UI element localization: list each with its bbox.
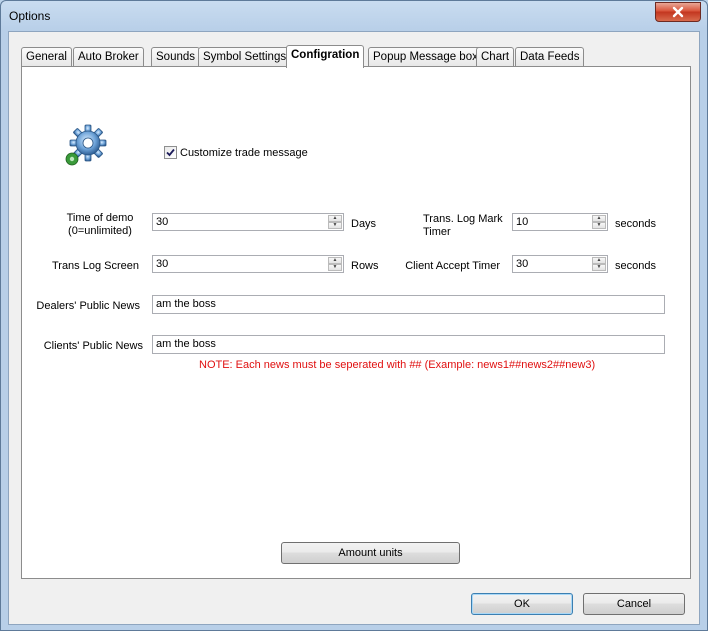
dialog-body: General Auto Broker Sounds Symbol Settin… [8,31,700,625]
configration-panel: Customize trade message Time of demo (0=… [21,66,691,579]
trans-log-screen-label: Trans Log Screen [51,260,139,272]
client-accept-timer-label: Client Accept Timer [405,260,500,272]
options-window: Options General Auto Broker Sounds Symbo… [0,0,708,631]
tab-configration[interactable]: Configration [286,45,365,68]
trans-log-mark-value: 10 [516,216,529,228]
spin-down-icon[interactable]: ▼ [328,222,342,229]
tab-chart[interactable]: Chart [476,47,515,67]
dealers-public-news-input[interactable]: am the boss [152,295,665,314]
customize-trade-message-checkbox[interactable] [164,146,177,159]
trans-log-mark-label: Trans. Log Mark Timer [423,213,503,238]
clients-public-news-input[interactable]: am the boss [152,335,665,354]
tab-auto-broker[interactable]: Auto Broker [73,47,144,67]
amount-units-button[interactable]: Amount units [281,542,460,564]
trans-log-mark-spinner[interactable]: 10 ▲ ▼ [512,213,608,231]
dealers-public-news-label: Dealers' Public News [36,300,140,312]
close-button[interactable] [655,2,701,22]
ok-button[interactable]: OK [471,593,573,615]
time-of-demo-label: Time of demo (0=unlimited) [66,212,134,237]
tab-data-feeds[interactable]: Data Feeds [515,47,585,67]
spin-up-icon[interactable]: ▲ [592,215,606,222]
trans-log-screen-spinner[interactable]: 30 ▲ ▼ [152,255,344,273]
tab-strip: General Auto Broker Sounds Symbol Settin… [21,45,691,68]
client-accept-timer-unit: seconds [615,260,656,272]
trans-log-mark-unit: seconds [615,218,656,230]
tab-general[interactable]: General [21,47,72,67]
close-icon [672,6,684,18]
window-title: Options [9,9,51,23]
tab-symbol-settings[interactable]: Symbol Settings [198,47,292,67]
spin-up-icon[interactable]: ▲ [592,257,606,264]
spin-down-icon[interactable]: ▼ [592,222,606,229]
checkmark-icon [166,148,175,157]
customize-trade-message-label: Customize trade message [180,146,308,159]
tab-popup-message-box[interactable]: Popup Message box [368,47,483,67]
cancel-button[interactable]: Cancel [583,593,685,615]
title-bar[interactable]: Options [1,1,707,31]
settings-gear-icon [65,124,107,166]
spin-up-icon[interactable]: ▲ [328,257,342,264]
customize-trade-message-row[interactable]: Customize trade message [164,146,308,159]
trans-log-screen-value: 30 [156,258,169,270]
clients-public-news-label: Clients' Public News [43,340,143,352]
client-accept-timer-value: 30 [516,258,529,270]
time-of-demo-value: 30 [156,216,169,228]
news-separator-note: NOTE: Each news must be seperated with #… [199,359,596,371]
spin-down-icon[interactable]: ▼ [328,264,342,271]
time-of-demo-unit: Days [351,218,377,230]
time-of-demo-spinner[interactable]: 30 ▲ ▼ [152,213,344,231]
tab-sounds[interactable]: Sounds [151,47,201,67]
client-accept-timer-spinner[interactable]: 30 ▲ ▼ [512,255,608,273]
spin-down-icon[interactable]: ▼ [592,264,606,271]
spin-up-icon[interactable]: ▲ [328,215,342,222]
trans-log-screen-unit: Rows [351,260,379,272]
